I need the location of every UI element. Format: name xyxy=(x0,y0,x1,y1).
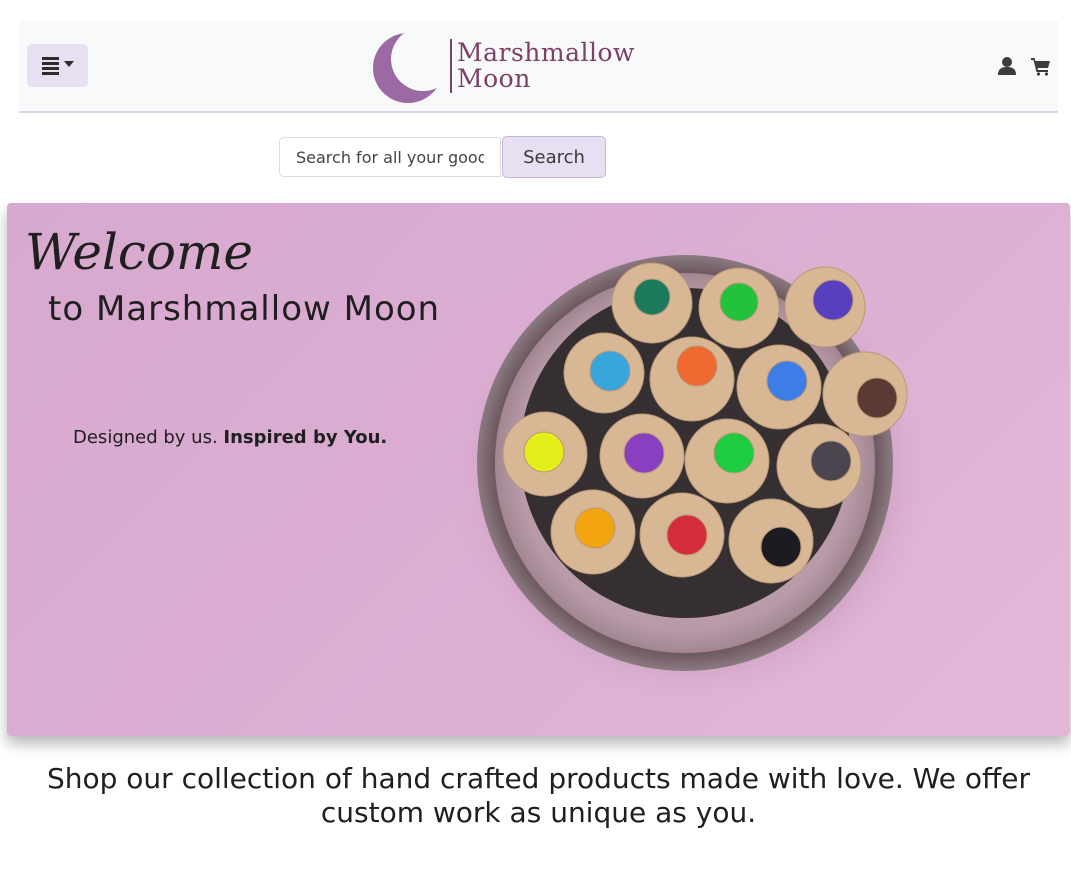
crescent-moon-icon xyxy=(373,33,443,103)
search-button[interactable]: Search xyxy=(502,136,606,178)
logo-wordmark: Marshmallow Moon xyxy=(457,40,635,92)
hero-banner: Welcome to Marshmallow Moon Designed by … xyxy=(7,203,1070,736)
logo-word-top: Marshmallow xyxy=(457,38,635,67)
tagline-bold: Inspired by You. xyxy=(223,427,388,448)
user-icon[interactable] xyxy=(997,56,1017,76)
hero-tagline: Designed by us. Inspired by You. xyxy=(73,427,387,448)
hero-subtitle: to Marshmallow Moon xyxy=(48,289,441,329)
tagline-regular: Designed by us. xyxy=(73,427,218,448)
shopping-cart-icon[interactable] xyxy=(1031,56,1051,76)
colored-pencils-image xyxy=(452,245,932,705)
caret-down-icon xyxy=(63,60,74,67)
hamburger-menu-icon xyxy=(41,56,59,75)
logo-divider xyxy=(450,39,452,93)
logo-word-bottom: Moon xyxy=(457,64,531,93)
brand-logo[interactable]: Marshmallow Moon xyxy=(372,28,717,104)
intro-text: Shop our collection of hand crafted prod… xyxy=(46,762,1031,829)
menu-toggle-button[interactable] xyxy=(27,44,88,87)
top-navbar: Marshmallow Moon xyxy=(19,21,1058,113)
search-form: Search xyxy=(279,136,606,179)
search-input[interactable] xyxy=(279,137,501,177)
hero-title: Welcome xyxy=(25,223,254,281)
